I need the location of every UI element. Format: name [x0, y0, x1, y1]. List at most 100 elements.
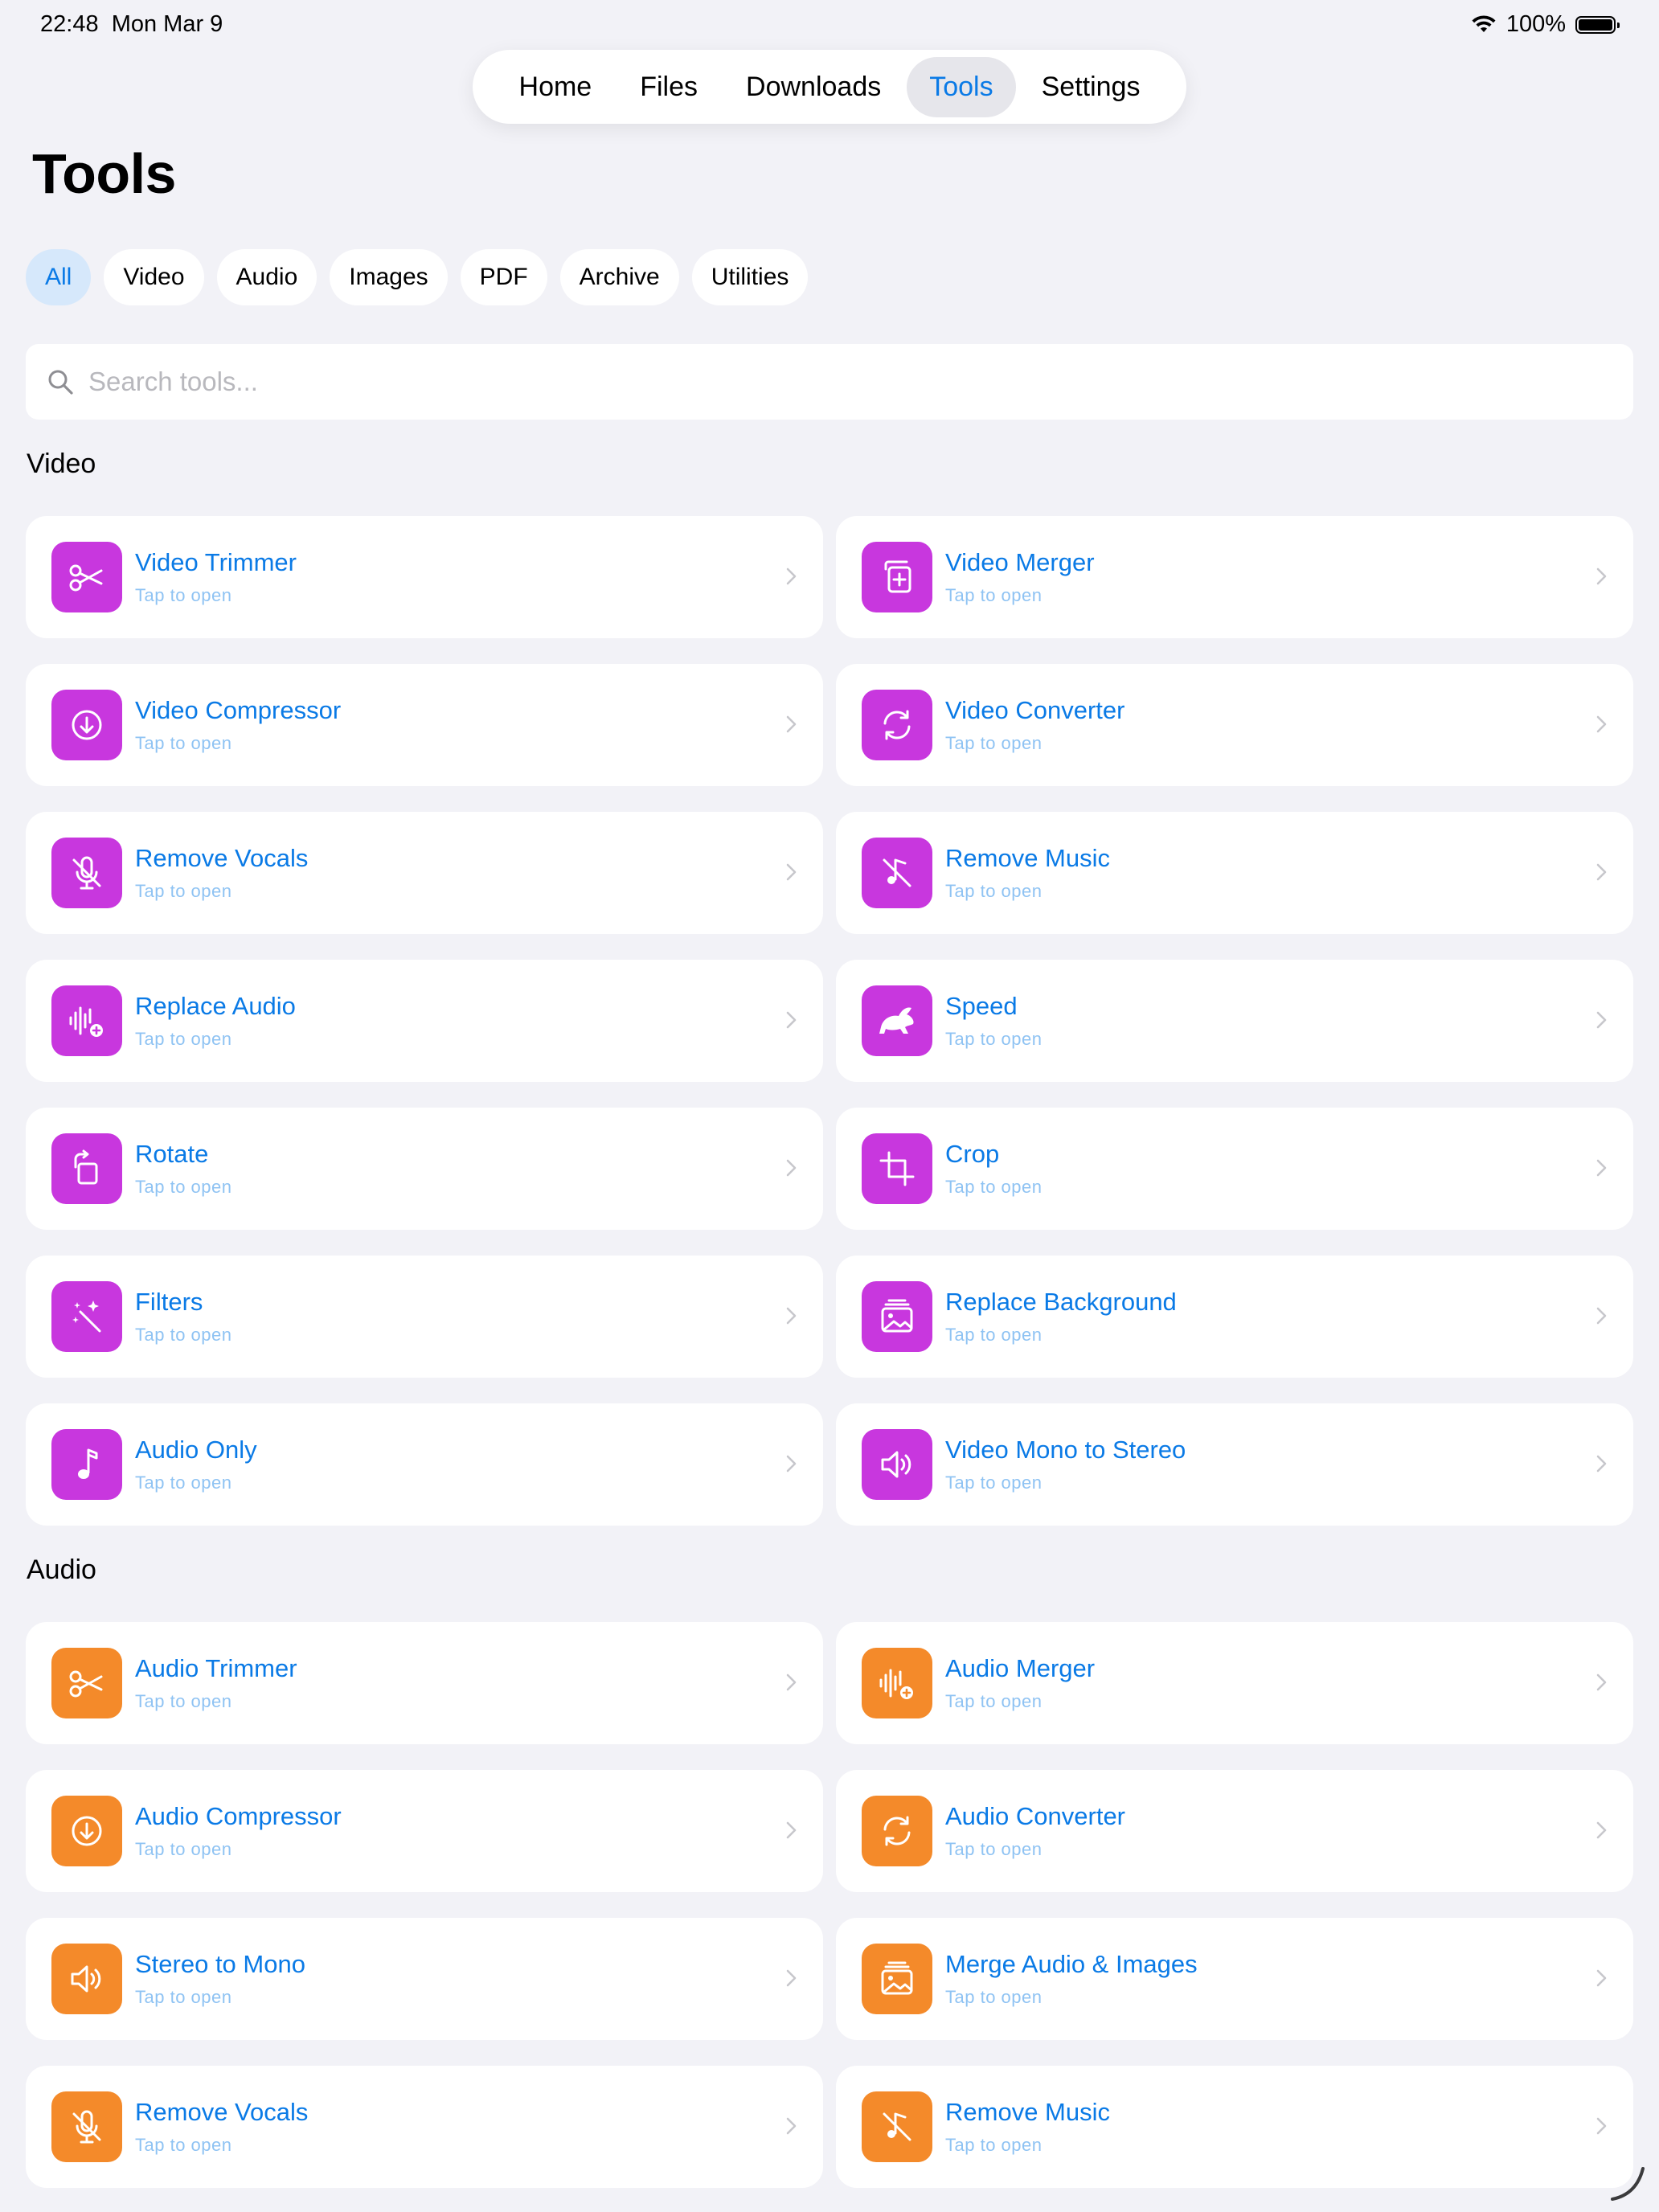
tool-name: Filters	[135, 1288, 203, 1316]
tool-subtitle: Tap to open	[945, 1029, 1043, 1049]
tool-name: Remove Vocals	[135, 2098, 309, 2126]
tool-subtitle: Tap to open	[135, 1839, 232, 1859]
tool-name: Audio Merger	[945, 1654, 1096, 1682]
chevron-right-icon	[786, 1455, 797, 1473]
music-slash-icon	[883, 2112, 911, 2141]
tool-card-audio-trimmer[interactable]: Audio Trimmer Tap to open	[26, 1622, 823, 1744]
tool-icon	[51, 838, 122, 908]
tool-card-video-merger[interactable]: Video Merger Tap to open	[836, 516, 1633, 638]
crop-icon	[879, 1151, 915, 1186]
tool-name: Remove Music	[945, 2098, 1110, 2126]
tool-card-merge-audio-and-images[interactable]: Merge Audio & Images Tap to open	[836, 1918, 1633, 2040]
tab-files[interactable]: Files	[617, 57, 720, 117]
status-time: 22:48 Mon Mar 9	[40, 11, 223, 37]
filter-images[interactable]: Images	[330, 249, 448, 305]
tab-home[interactable]: Home	[497, 57, 615, 117]
filter-archive[interactable]: Archive	[559, 249, 679, 305]
tool-icon	[51, 1796, 122, 1866]
tool-subtitle: Tap to open	[945, 733, 1043, 753]
tool-card-speed[interactable]: Speed Tap to open	[836, 960, 1633, 1082]
arrow-down-circle-icon	[72, 710, 102, 740]
wifi-icon	[1472, 14, 1496, 32]
chevron-right-icon	[786, 1673, 797, 1691]
tool-card-video-trimmer[interactable]: Video Trimmer Tap to open	[26, 516, 823, 638]
tool-name: Audio Trimmer	[135, 1654, 297, 1682]
resize-handle-icon[interactable]	[1608, 2162, 1648, 2202]
tab-downloads[interactable]: Downloads	[723, 57, 903, 117]
chevron-right-icon	[1596, 1673, 1607, 1691]
chevron-right-icon	[1596, 567, 1607, 585]
tool-card-rotate[interactable]: Rotate Tap to open	[26, 1108, 823, 1230]
tab-tools[interactable]: Tools	[907, 56, 1016, 117]
tool-icon	[51, 690, 122, 760]
tool-card-audio-compressor[interactable]: Audio Compressor Tap to open	[26, 1770, 823, 1892]
tool-subtitle: Tap to open	[135, 881, 232, 901]
tool-subtitle: Tap to open	[135, 733, 232, 753]
mic-slash-icon	[72, 856, 101, 890]
arrows-circle-icon	[883, 710, 911, 740]
tool-icon	[862, 1796, 932, 1866]
chevron-right-icon	[786, 1969, 797, 1987]
tool-card-video-mono-to-stereo[interactable]: Video Mono to Stereo Tap to open	[836, 1403, 1633, 1526]
tool-card-remove-music[interactable]: Remove Music Tap to open	[836, 812, 1633, 934]
tool-subtitle: Tap to open	[135, 1325, 232, 1345]
chevron-right-icon	[1596, 1969, 1607, 1987]
tool-card-filters[interactable]: Filters Tap to open	[26, 1256, 823, 1378]
filter-video[interactable]: Video	[104, 249, 204, 305]
tool-card-replace-audio[interactable]: Replace Audio Tap to open	[26, 960, 823, 1082]
tool-icon	[51, 1429, 122, 1500]
tool-name: Audio Converter	[945, 1802, 1126, 1830]
tab-settings[interactable]: Settings	[1019, 57, 1163, 117]
section-title-video: Video	[27, 449, 96, 479]
tool-card-audio-merger[interactable]: Audio Merger Tap to open	[836, 1622, 1633, 1744]
chevron-right-icon	[786, 715, 797, 733]
tool-subtitle: Tap to open	[135, 1177, 232, 1197]
status-bar: 22:48 Mon Mar 9 100%	[0, 11, 1659, 43]
chevron-right-icon	[1596, 1455, 1607, 1473]
tool-subtitle: Tap to open	[135, 1691, 232, 1711]
filter-all[interactable]: All	[26, 249, 92, 305]
filter-pdf[interactable]: PDF	[460, 249, 547, 305]
tool-name: Replace Background	[945, 1288, 1177, 1316]
tool-subtitle: Tap to open	[135, 1029, 232, 1049]
tool-name: Video Merger	[945, 548, 1095, 576]
tool-name: Stereo to Mono	[135, 1950, 305, 1978]
tool-card-remove-vocals[interactable]: Remove Vocals Tap to open	[26, 2066, 823, 2188]
mic-slash-icon	[72, 2110, 101, 2144]
tool-icon	[862, 1944, 932, 2014]
arrows-circle-icon	[883, 1816, 911, 1846]
tool-name: Merge Audio & Images	[945, 1950, 1198, 1978]
tool-name: Remove Music	[945, 844, 1110, 872]
chevron-right-icon	[786, 567, 797, 585]
tool-card-audio-converter[interactable]: Audio Converter Tap to open	[836, 1770, 1633, 1892]
tool-subtitle: Tap to open	[945, 1325, 1043, 1345]
battery-icon	[1575, 15, 1620, 34]
tool-card-remove-music[interactable]: Remove Music Tap to open	[836, 2066, 1633, 2188]
tool-name: Replace Audio	[135, 992, 296, 1020]
tool-card-video-converter[interactable]: Video Converter Tap to open	[836, 664, 1633, 786]
filter-audio[interactable]: Audio	[216, 249, 317, 305]
tool-card-video-compressor[interactable]: Video Compressor Tap to open	[26, 664, 823, 786]
tool-card-replace-background[interactable]: Replace Background Tap to open	[836, 1256, 1633, 1378]
search-icon	[48, 370, 73, 395]
waveform-plus-icon	[879, 1669, 913, 1699]
tool-icon	[51, 1133, 122, 1204]
search-input[interactable]	[87, 366, 1537, 398]
filter-chips: All Video Audio Images PDF Archive Utili…	[26, 249, 809, 305]
tool-card-audio-only[interactable]: Audio Only Tap to open	[26, 1403, 823, 1526]
chevron-right-icon	[786, 1307, 797, 1325]
filter-utilities[interactable]: Utilities	[691, 249, 809, 305]
tool-card-stereo-to-mono[interactable]: Stereo to Mono Tap to open	[26, 1918, 823, 2040]
photo-stack-icon	[881, 1961, 913, 1995]
tool-subtitle: Tap to open	[945, 1691, 1043, 1711]
tool-card-crop[interactable]: Crop Tap to open	[836, 1108, 1633, 1230]
plus-square-stack-icon	[884, 560, 911, 593]
chevron-right-icon	[786, 1159, 797, 1177]
tool-subtitle: Tap to open	[135, 585, 232, 605]
search-bar[interactable]	[26, 344, 1633, 420]
arrow-down-circle-icon	[72, 1816, 102, 1846]
tool-name: Speed	[945, 992, 1018, 1020]
scissors-icon	[69, 1670, 103, 1698]
tool-card-remove-vocals[interactable]: Remove Vocals Tap to open	[26, 812, 823, 934]
tool-icon	[862, 985, 932, 1056]
